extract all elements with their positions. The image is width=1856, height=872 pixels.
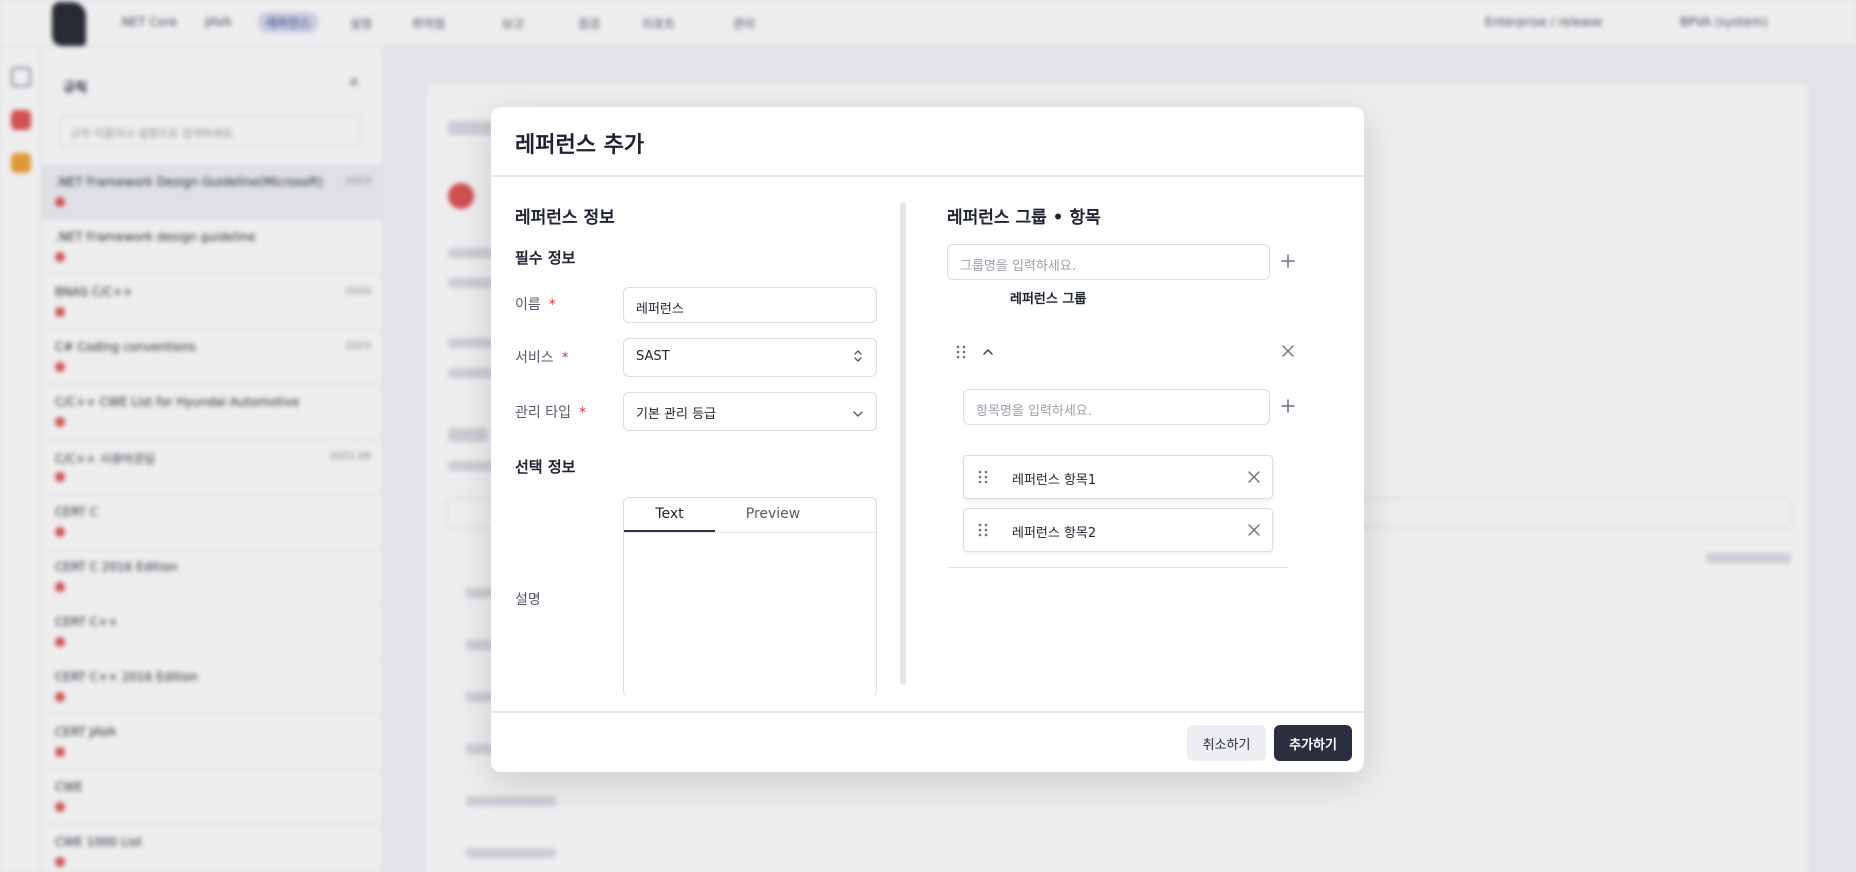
required-mark: * [561, 350, 569, 366]
reference-item-label: 레퍼런스 항목1 [1012, 473, 1097, 488]
chevron-down-icon [853, 411, 863, 417]
reference-item-label: 레퍼런스 항목2 [1012, 526, 1097, 541]
service-select[interactable]: SAST [623, 338, 877, 377]
drag-handle-icon[interactable] [978, 523, 988, 537]
editor-divider [624, 532, 876, 533]
name-field[interactable]: 레퍼런스 [623, 287, 877, 323]
required-mark: * [578, 405, 586, 421]
type-select[interactable]: 기본 관리 등급 [623, 392, 877, 431]
required-info-title: 필수 정보 [515, 249, 576, 267]
tab-preview[interactable]: Preview [715, 498, 831, 532]
group-divider [947, 567, 1289, 568]
reference-item[interactable]: 레퍼런스 항목2 [963, 508, 1273, 552]
name-label: 이름 * [515, 297, 556, 313]
reference-info-title: 레퍼런스 정보 [515, 208, 615, 228]
tab-text[interactable]: Text [624, 498, 715, 532]
modal-header: 레퍼런스 추가 [491, 107, 1364, 177]
modal-title: 레퍼런스 추가 [515, 133, 645, 158]
service-select-value: SAST [636, 349, 670, 364]
service-label: 서비스 * [515, 350, 569, 366]
add-reference-modal: 레퍼런스 추가 레퍼런스 정보 필수 정보 이름 * 레퍼런스 서비스 * SAST… [491, 107, 1364, 772]
group-name-input[interactable]: 그룹명을 입력하세요. [947, 244, 1270, 280]
group-name: 레퍼런스 그룹 [1010, 292, 1087, 307]
close-icon[interactable] [1248, 524, 1260, 536]
reference-item[interactable]: 레퍼런스 항목1 [963, 455, 1273, 499]
chevron-up-icon[interactable] [982, 348, 994, 356]
plus-icon[interactable] [1281, 254, 1295, 268]
required-mark: * [548, 297, 556, 313]
description-label: 설명 [515, 592, 541, 608]
close-icon[interactable] [1248, 471, 1260, 483]
close-icon[interactable] [1282, 345, 1294, 357]
updown-icon [854, 350, 862, 362]
reference-group-title: 레퍼런스 그룹 • 항목 [947, 208, 1101, 228]
type-label: 관리 타입 * [515, 405, 586, 421]
drag-handle-icon[interactable] [956, 345, 966, 359]
drag-handle-icon[interactable] [978, 470, 988, 484]
scrollbar[interactable] [900, 202, 906, 685]
type-select-value: 기본 관리 등급 [636, 407, 717, 422]
add-button[interactable]: 추가하기 [1274, 725, 1352, 761]
cancel-button[interactable]: 취소하기 [1187, 725, 1266, 761]
description-editor: Text Preview [623, 497, 877, 697]
optional-info-title: 선택 정보 [515, 458, 576, 476]
modal-footer: 취소하기 추가하기 [491, 711, 1364, 772]
item-name-input[interactable]: 항목명을 입력하세요. [963, 389, 1270, 425]
plus-icon[interactable] [1281, 399, 1295, 413]
